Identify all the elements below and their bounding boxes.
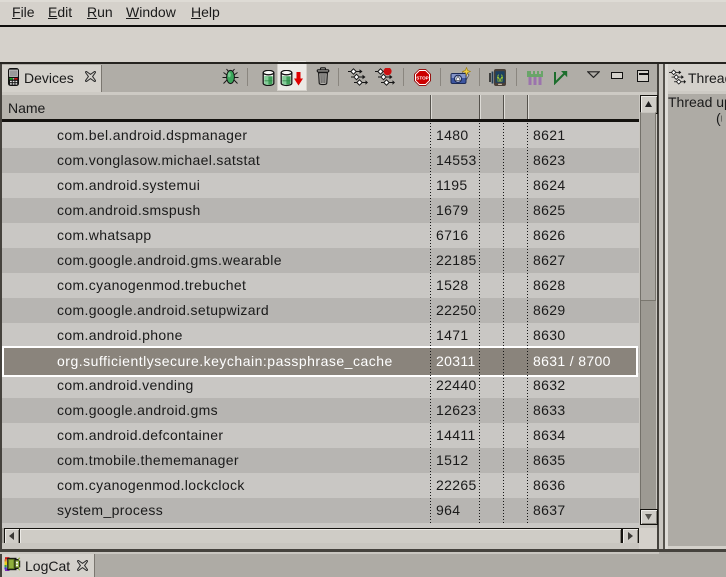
- svg-text:STOP: STOP: [416, 76, 428, 81]
